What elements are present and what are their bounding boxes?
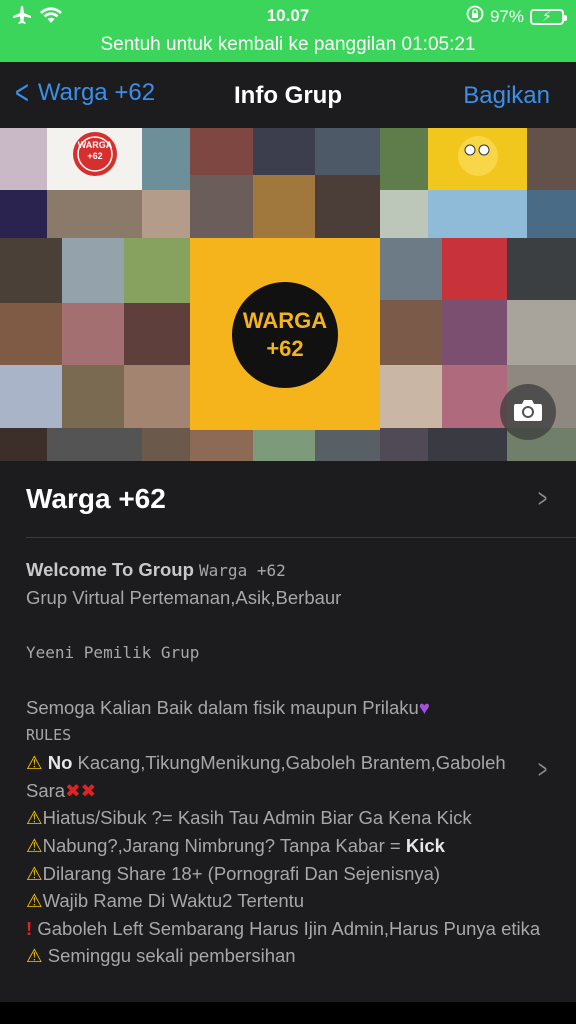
group-logo-circle: WARGA +62 — [232, 282, 338, 388]
group-name: Warga +62 — [26, 483, 166, 514]
rule1-text: Kacang,TikungMenikung,Gaboleh Brantem,Ga… — [26, 752, 506, 801]
warning-icon: ⚠ — [26, 752, 43, 774]
cross-mark-icon: ✖✖ — [65, 779, 97, 801]
warning-icon: ⚠ — [26, 945, 43, 967]
rule7-text: Seminggu sekali pembersihan — [47, 945, 296, 967]
rule6-text: Gaboleh Left Sembarang Harus Ijin Admin,… — [37, 917, 541, 939]
warning-icon: ⚠ — [26, 862, 43, 884]
logo-line2: +62 — [266, 336, 304, 361]
badge-line2: +62 — [87, 151, 103, 161]
desc-tagline: Grup Virtual Pertemanan,Asik,Berbaur — [26, 586, 342, 608]
back-button-label: Warga +62 — [37, 79, 156, 106]
rule3-kick: Kick — [405, 834, 445, 856]
badge-line1: WARGA — [77, 140, 113, 150]
desc-greeting: Semoga Kalian Baik dalam fisik maupun Pr… — [26, 696, 419, 718]
rule3-text: Nabung?,Jarang Nimbrung? Tanpa Kabar = — [42, 834, 401, 856]
desc-rules-heading: RULES — [26, 725, 72, 744]
warga-badge-logo: WARGA +62 — [72, 140, 118, 162]
rule5-text: Wajib Rame Di Waktu2 Tertentu — [42, 890, 305, 912]
return-to-call-text[interactable]: Sentuh untuk kembali ke panggilan 01:05:… — [0, 34, 576, 56]
navigation-bar: < Warga +62 Info Grup Bagikan — [0, 62, 576, 128]
logo-line1: WARGA — [242, 308, 328, 333]
warning-icon: ⚠ — [26, 890, 43, 912]
exclamation-icon: ! — [26, 917, 33, 939]
warning-icon: ⚠ — [26, 807, 43, 829]
back-button[interactable]: < Warga +62 — [12, 74, 156, 112]
group-logo: WARGA +62 — [190, 238, 380, 430]
group-description: Welcome To Group Warga +62 Grup Virtual … — [26, 556, 541, 970]
call-banner-area[interactable]: 10.07 97% ⚡ Sentuh untuk kembali ke pang… — [0, 0, 576, 62]
rotation-lock-icon — [466, 5, 484, 28]
group-name-row[interactable]: Warga +62 > — [0, 461, 576, 537]
chevron-left-icon: < — [14, 74, 29, 112]
rule1-no: No — [47, 752, 73, 774]
bottom-edge — [0, 1002, 576, 1024]
desc-welcome: Welcome To Group — [26, 559, 194, 580]
desc-welcome-group: Warga +62 — [199, 561, 286, 580]
camera-icon — [513, 398, 543, 427]
status-right: 97% ⚡ — [466, 5, 567, 28]
group-info-panel: Warga +62 > Welcome To Group Warga +62 G… — [0, 461, 576, 1002]
battery-percent: 97% — [489, 6, 524, 26]
chevron-right-icon: > — [537, 483, 547, 513]
group-description-row[interactable]: Welcome To Group Warga +62 Grup Virtual … — [0, 538, 576, 1002]
share-button[interactable]: Bagikan — [463, 82, 550, 110]
battery-icon: ⚡ — [530, 8, 567, 25]
desc-owner: Yeeni Pemilik Grup — [26, 642, 200, 662]
group-photo[interactable]: WARGA +62 WARGA +62 — [0, 128, 576, 461]
status-bar: 10.07 97% ⚡ — [0, 0, 576, 32]
rule4-text: Dilarang Share 18+ (Pornografi Dan Sejen… — [42, 862, 441, 884]
change-photo-button[interactable] — [500, 384, 556, 440]
purple-heart-icon: ♥ — [418, 696, 430, 718]
warning-icon: ⚠ — [26, 834, 43, 856]
chevron-right-icon: > — [537, 754, 547, 784]
rule2-text: Hiatus/Sibuk ?= Kasih Tau Admin Biar Ga … — [42, 807, 472, 829]
